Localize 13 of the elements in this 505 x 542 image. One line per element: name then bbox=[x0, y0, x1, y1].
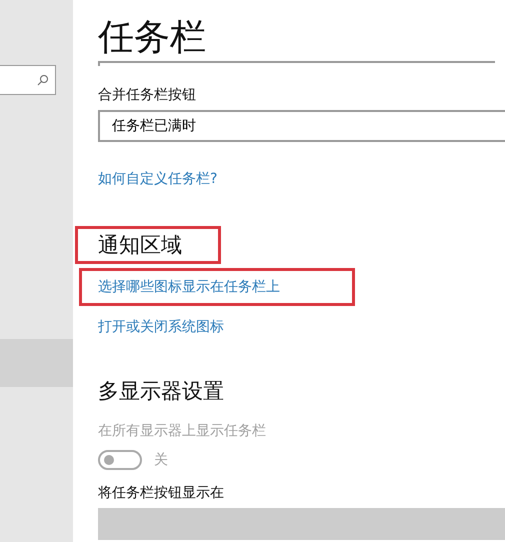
field-label: 将任务栏按钮显示在 bbox=[98, 484, 225, 502]
field-label: 合并任务栏按钮 bbox=[98, 86, 197, 104]
section-heading: 多显示器设置 bbox=[97, 378, 225, 405]
search-icon bbox=[37, 74, 49, 86]
search-field[interactable] bbox=[0, 65, 56, 95]
dropdown[interactable]: 任务栏已满时 bbox=[98, 110, 505, 142]
settings-link[interactable]: 如何自定义任务栏? bbox=[79, 160, 292, 198]
settings-link[interactable]: 选择哪些图标显示在任务栏上 bbox=[79, 268, 355, 306]
settings-link[interactable]: 打开或关闭系统图标 bbox=[79, 308, 299, 346]
section-heading: 通知区域 bbox=[75, 226, 221, 264]
page-title: 任务栏 bbox=[98, 16, 207, 60]
toggle-label: 在所有显示器上显示任务栏 bbox=[98, 422, 267, 440]
toggle-state: 关 bbox=[154, 451, 168, 469]
